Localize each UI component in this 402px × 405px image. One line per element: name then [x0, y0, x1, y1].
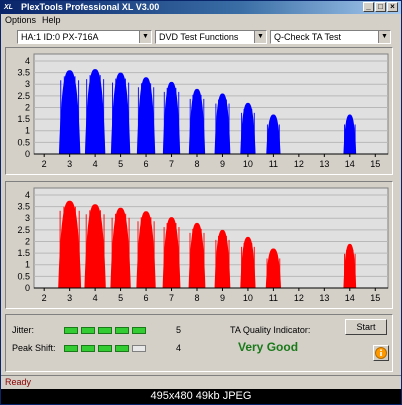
status-text: Ready [5, 377, 32, 387]
x-tick-label: 9 [220, 159, 225, 169]
x-tick-label: 4 [93, 293, 98, 303]
y-tick-label: 2.5 [17, 91, 30, 101]
y-tick-label: 3 [25, 79, 30, 89]
chevron-down-icon[interactable]: ▼ [378, 31, 390, 43]
jitter-value: 5 [176, 325, 182, 335]
y-tick-label: 2.5 [17, 225, 30, 235]
title-bar: XL PlexTools Professional XL V3.00 _ □ × [1, 1, 401, 14]
meter-segment [115, 327, 129, 334]
blue-chart-panel: 0 0.5 1 1.5 2 2.5 3 3.5 4 2 3 4 5 6 7 8 9 10 11 12 13 14 15 [5, 47, 393, 175]
meter-segment [64, 345, 78, 352]
ta-quality-value: Very Good [238, 340, 299, 354]
x-tick-label: 7 [169, 159, 174, 169]
info-icon [375, 347, 387, 359]
x-tick-label: 9 [220, 293, 225, 303]
meter-segment [132, 327, 146, 334]
red-chart-panel: 0 0.5 1 1.5 2 2.5 3 3.5 4 2 3 4 5 6 7 8 9 10 11 12 13 14 15 [5, 181, 393, 309]
x-tick-label: 5 [118, 159, 123, 169]
x-tick-label: 11 [269, 293, 278, 303]
x-tick-label: 13 [319, 293, 329, 303]
status-bar: Ready [1, 375, 401, 390]
x-tick-label: 12 [294, 293, 304, 303]
peak-shift-value: 4 [176, 343, 182, 353]
x-tick-label: 6 [144, 159, 149, 169]
x-tick-label: 3 [67, 159, 72, 169]
x-tick-label: 12 [294, 159, 304, 169]
test-select-value: Q-Check TA Test [274, 32, 342, 42]
app-window: XL PlexTools Professional XL V3.00 _ □ ×… [0, 0, 402, 405]
meter-segment [132, 345, 146, 352]
x-tick-label: 15 [370, 293, 380, 303]
x-tick-label: 5 [118, 293, 123, 303]
x-tick-label: 14 [345, 159, 355, 169]
y-tick-label: 0 [25, 283, 30, 293]
y-tick-label: 2 [25, 102, 30, 112]
y-tick-label: 3.5 [17, 68, 30, 78]
function-select-value: DVD Test Functions [159, 32, 239, 42]
ta-chart-top: 00.511.522.533.542 3 4 5 6 7 8 9 10 11 12 13 14 15 [17, 53, 389, 169]
jitter-meter [64, 327, 174, 334]
y-tick-label: 1.5 [17, 114, 30, 124]
start-button[interactable]: Start [345, 319, 387, 335]
minimize-button[interactable]: _ [363, 2, 374, 12]
x-tick-label: 14 [345, 293, 355, 303]
maximize-button[interactable]: □ [375, 2, 386, 12]
app-logo-icon: XL [4, 4, 13, 11]
ta-quality-label: TA Quality Indicator: [230, 325, 311, 335]
menu-help[interactable]: Help [42, 14, 61, 27]
quality-panel: Jitter: 5 Peak Shift: 4 TA Quality Indic… [5, 314, 393, 372]
y-tick-label: 0 [25, 149, 30, 159]
close-button[interactable]: × [387, 2, 398, 12]
y-tick-label: 1 [25, 126, 30, 136]
y-tick-label: 4 [25, 190, 30, 200]
x-tick-label: 10 [243, 159, 253, 169]
y-tick-label: 2 [25, 236, 30, 246]
drive-select[interactable]: HA:1 ID:0 PX-716A ▼ [17, 30, 152, 44]
image-caption: 495x480 49kb JPEG [1, 389, 401, 404]
meter-segment [81, 345, 95, 352]
x-tick-label: 2 [42, 159, 47, 169]
window-title: PlexTools Professional XL V3.00 [21, 2, 160, 12]
y-tick-label: 0.5 [17, 137, 30, 147]
chevron-down-icon[interactable]: ▼ [254, 31, 266, 43]
x-tick-label: 15 [370, 159, 380, 169]
y-tick-label: 3.5 [17, 202, 30, 212]
jitter-label: Jitter: [12, 325, 35, 335]
x-tick-label: 6 [144, 293, 149, 303]
meter-segment [81, 327, 95, 334]
x-tick-label: 11 [269, 159, 278, 169]
y-tick-label: 3 [25, 213, 30, 223]
x-tick-label: 7 [169, 293, 174, 303]
meter-segment [64, 327, 78, 334]
ta-chart-bottom: 00.511.522.533.542 3 4 5 6 7 8 9 10 11 12 13 14 15 [17, 187, 389, 303]
test-select[interactable]: Q-Check TA Test ▼ [270, 30, 391, 44]
meter-segment [98, 327, 112, 334]
peak-shift-label: Peak Shift: [12, 343, 56, 353]
y-tick-label: 1 [25, 260, 30, 270]
peak-shift-meter [64, 345, 174, 352]
x-tick-label: 2 [42, 293, 47, 303]
x-tick-label: 8 [194, 159, 199, 169]
chevron-down-icon[interactable]: ▼ [139, 31, 151, 43]
x-tick-label: 10 [243, 293, 253, 303]
x-tick-label: 3 [67, 293, 72, 303]
function-select[interactable]: DVD Test Functions ▼ [155, 30, 267, 44]
menu-bar: Options Help [1, 14, 401, 27]
drive-select-value: HA:1 ID:0 PX-716A [21, 32, 99, 42]
x-tick-label: 13 [319, 159, 329, 169]
meter-segment [115, 345, 129, 352]
x-tick-label: 8 [194, 293, 199, 303]
menu-options[interactable]: Options [5, 14, 36, 27]
y-tick-label: 1.5 [17, 248, 30, 258]
y-tick-label: 0.5 [17, 271, 30, 281]
x-tick-label: 4 [93, 159, 98, 169]
info-button[interactable] [373, 345, 389, 361]
y-tick-label: 4 [25, 56, 30, 66]
meter-segment [98, 345, 112, 352]
